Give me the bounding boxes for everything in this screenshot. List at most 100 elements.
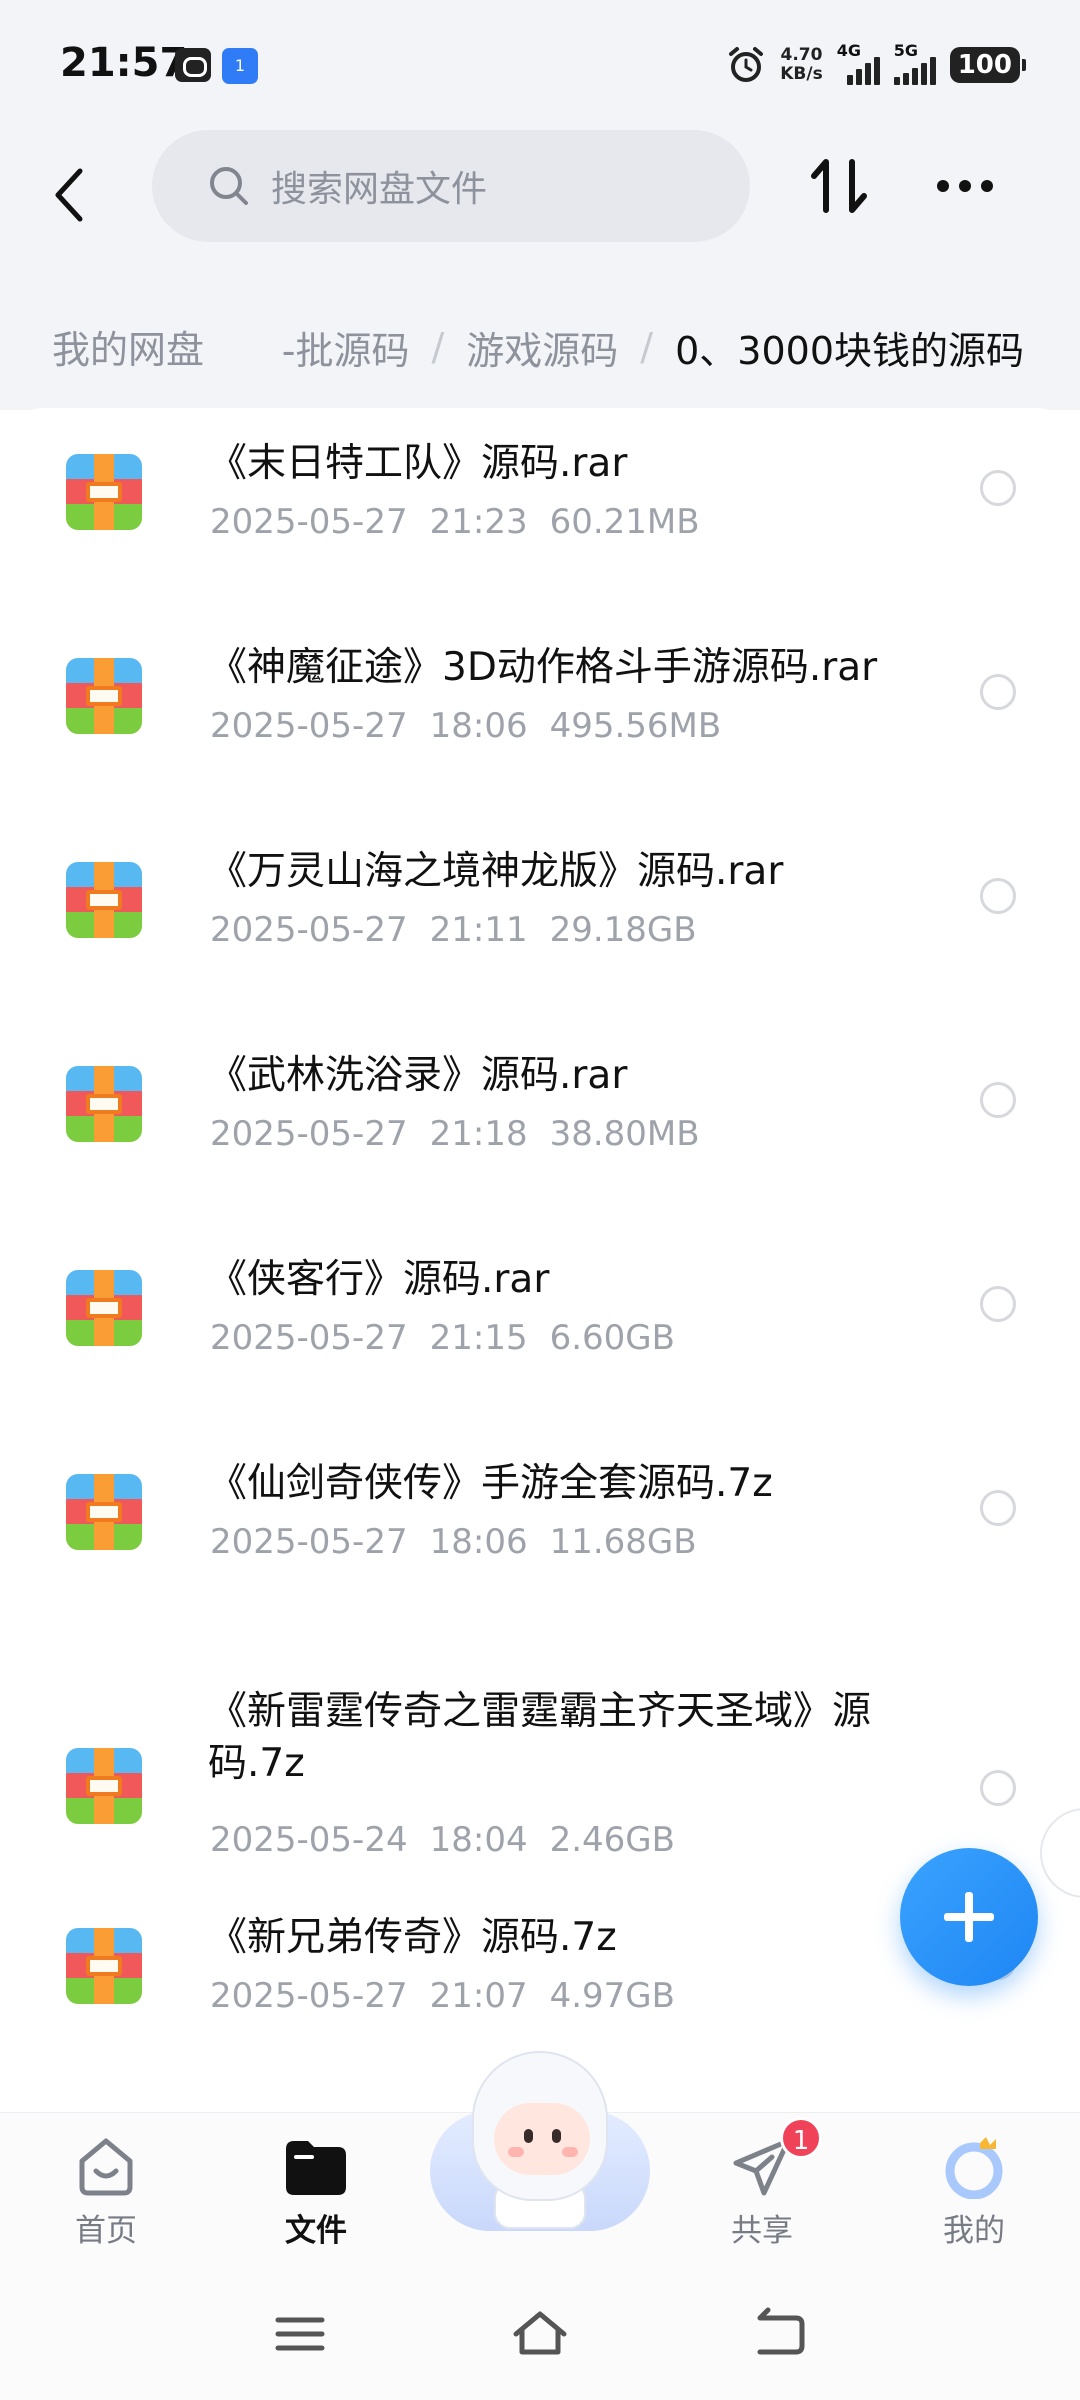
select-checkbox[interactable] xyxy=(980,1490,1016,1526)
status-indicators: 4.70 KB/s 4G 5G 100 xyxy=(726,40,1027,90)
archive-file-icon xyxy=(66,1066,142,1142)
file-time: 18:06 xyxy=(429,1522,528,1562)
select-checkbox[interactable] xyxy=(980,1770,1016,1806)
file-name: 《神魔征途》3D动作格斗手游源码.rar xyxy=(208,645,878,690)
select-checkbox[interactable] xyxy=(980,1082,1016,1118)
breadcrumb-root[interactable]: 我的网盘 xyxy=(24,306,233,386)
mascot-face xyxy=(494,2103,590,2175)
file-list: 《末日特工队》源码.rar 2025-05-27 21:23 60.21MB 《神魔征途… xyxy=(0,408,1080,2112)
mascot-eye xyxy=(524,2129,533,2143)
archive-file-icon xyxy=(66,454,142,530)
app-notification-icon xyxy=(175,48,211,82)
file-row[interactable]: 《神魔征途》3D动作格斗手游源码.rar 2025-05-27 18:06 495.5… xyxy=(0,612,1080,816)
file-size: 11.68GB xyxy=(549,1522,697,1562)
folder-icon xyxy=(286,2141,346,2195)
file-date: 2025-05-24 xyxy=(210,1820,408,1860)
file-time: 21:07 xyxy=(429,1976,528,2016)
archive-file-icon xyxy=(66,862,142,938)
file-date: 2025-05-27 xyxy=(210,1976,408,2016)
nav-label-files: 文件 xyxy=(285,2213,347,2249)
chevron-left-icon xyxy=(55,168,83,222)
status-time: 21:57 xyxy=(60,40,188,86)
file-row[interactable]: 《武林洗浴录》源码.rar 2025-05-27 21:18 38.80MB xyxy=(0,1020,1080,1224)
hotspot-badge: 1 xyxy=(234,56,246,75)
more-dot xyxy=(937,180,949,192)
file-row[interactable]: 《新雷霆传奇之雷霆霸主齐天圣域》源码.7z 2025-05-24 18:04 2.46… xyxy=(0,1632,1080,1882)
more-dot xyxy=(981,180,993,192)
file-meta: 2025-05-27 21:07 4.97GB xyxy=(210,1976,697,2016)
breadcrumb-separator: / xyxy=(431,325,445,369)
file-name: 《新兄弟传奇》源码.7z xyxy=(208,1915,617,1960)
file-meta: 2025-05-27 18:06 11.68GB xyxy=(210,1522,719,1562)
file-name: 《侠客行》源码.rar xyxy=(208,1257,550,1302)
sort-icon[interactable] xyxy=(808,154,872,218)
file-meta: 2025-05-27 21:23 60.21MB xyxy=(210,502,722,542)
file-size: 6.60GB xyxy=(549,1318,675,1358)
battery-icon: 100 xyxy=(949,47,1027,83)
file-meta: 2025-05-24 18:04 2.46GB xyxy=(210,1820,697,1860)
archive-file-icon xyxy=(66,1270,142,1346)
file-date: 2025-05-27 xyxy=(210,502,408,542)
bottom-nav: 首页 文件 1 共享 我的 xyxy=(0,2051,1080,2271)
share-badge: 1 xyxy=(780,2117,822,2159)
net-speed-unit: KB/s xyxy=(780,64,823,84)
breadcrumb-item[interactable]: 游戏源码 xyxy=(466,320,618,375)
nav-item-home[interactable]: 首页 xyxy=(36,2113,176,2271)
file-size: 495.56MB xyxy=(549,706,722,746)
search-input[interactable]: 搜索网盘文件 xyxy=(152,130,750,242)
signal-5g-label: 5G xyxy=(893,41,918,60)
breadcrumb-item[interactable]: -批源码 xyxy=(282,320,410,375)
assistant-mascot[interactable] xyxy=(430,2051,650,2241)
archive-file-icon xyxy=(66,658,142,734)
file-row[interactable]: 《仙剑奇侠传》手游全套源码.7z 2025-05-27 18:06 11.68GB xyxy=(0,1428,1080,1632)
select-checkbox[interactable] xyxy=(980,470,1016,506)
add-button[interactable] xyxy=(900,1848,1038,1986)
file-name: 《末日特工队》源码.rar xyxy=(208,441,628,486)
file-row[interactable]: 《万灵山海之境神龙版》源码.rar 2025-05-27 21:11 29.18GB xyxy=(0,816,1080,1020)
file-date: 2025-05-27 xyxy=(210,1318,408,1358)
select-checkbox[interactable] xyxy=(980,878,1016,914)
file-date: 2025-05-27 xyxy=(210,1114,408,1154)
system-nav-bar xyxy=(0,2270,1080,2400)
battery-level: 100 xyxy=(957,50,1012,80)
file-row[interactable]: 《末日特工队》源码.rar 2025-05-27 21:23 60.21MB xyxy=(0,408,1080,612)
home-icon xyxy=(79,2138,133,2196)
signal-4g-icon: 4G xyxy=(837,41,880,85)
select-checkbox[interactable] xyxy=(980,1286,1016,1322)
file-row[interactable]: 《侠客行》源码.rar 2025-05-27 21:15 6.60GB xyxy=(0,1224,1080,1428)
archive-file-icon xyxy=(66,1928,142,2004)
breadcrumb: -批源码 / 游戏源码 / 0、3000块钱的源码 我的网盘 xyxy=(0,280,1080,410)
file-name: 《万灵山海之境神龙版》源码.rar xyxy=(208,849,784,894)
file-time: 21:18 xyxy=(429,1114,528,1154)
breadcrumb-current: 0、3000块钱的源码 xyxy=(675,328,1024,373)
file-name: 《新雷霆传奇之雷霆霸主齐天圣域》源码.7z xyxy=(208,1689,872,1786)
archive-file-icon xyxy=(66,1748,142,1824)
more-dot xyxy=(959,180,971,192)
back-nav-icon[interactable] xyxy=(750,2306,810,2362)
file-size: 29.18GB xyxy=(549,910,697,950)
file-date: 2025-05-27 xyxy=(210,910,408,950)
menu-icon[interactable] xyxy=(270,2306,330,2362)
back-button[interactable] xyxy=(40,160,100,230)
plus-icon xyxy=(944,1892,994,1942)
net-speed: 4.70 KB/s xyxy=(780,46,822,84)
status-bar: 21:57 1 4.70 KB/s 4G 5G 100 xyxy=(0,0,1080,130)
file-size: 4.97GB xyxy=(549,1976,675,2016)
archive-file-icon xyxy=(66,1474,142,1550)
search-icon xyxy=(210,167,248,205)
nav-item-share[interactable]: 1 共享 xyxy=(692,2113,832,2271)
home-button-icon[interactable] xyxy=(510,2306,570,2362)
nav-item-profile[interactable]: 我的 xyxy=(904,2113,1044,2271)
nav-item-files[interactable]: 文件 xyxy=(246,2113,386,2271)
file-size: 2.46GB xyxy=(549,1820,675,1860)
file-meta: 2025-05-27 18:06 495.56MB xyxy=(210,706,743,746)
signal-5g-icon: 5G xyxy=(893,41,936,85)
net-speed-value: 4.70 xyxy=(780,45,823,65)
mascot-eye xyxy=(552,2129,561,2143)
breadcrumb-path: -批源码 / 游戏源码 / 0、3000块钱的源码 xyxy=(282,312,1024,382)
select-checkbox[interactable] xyxy=(980,674,1016,710)
more-options-button[interactable] xyxy=(930,154,1000,218)
file-meta: 2025-05-27 21:11 29.18GB xyxy=(210,910,719,950)
search-placeholder: 搜索网盘文件 xyxy=(271,169,488,210)
mascot-head xyxy=(472,2051,608,2201)
